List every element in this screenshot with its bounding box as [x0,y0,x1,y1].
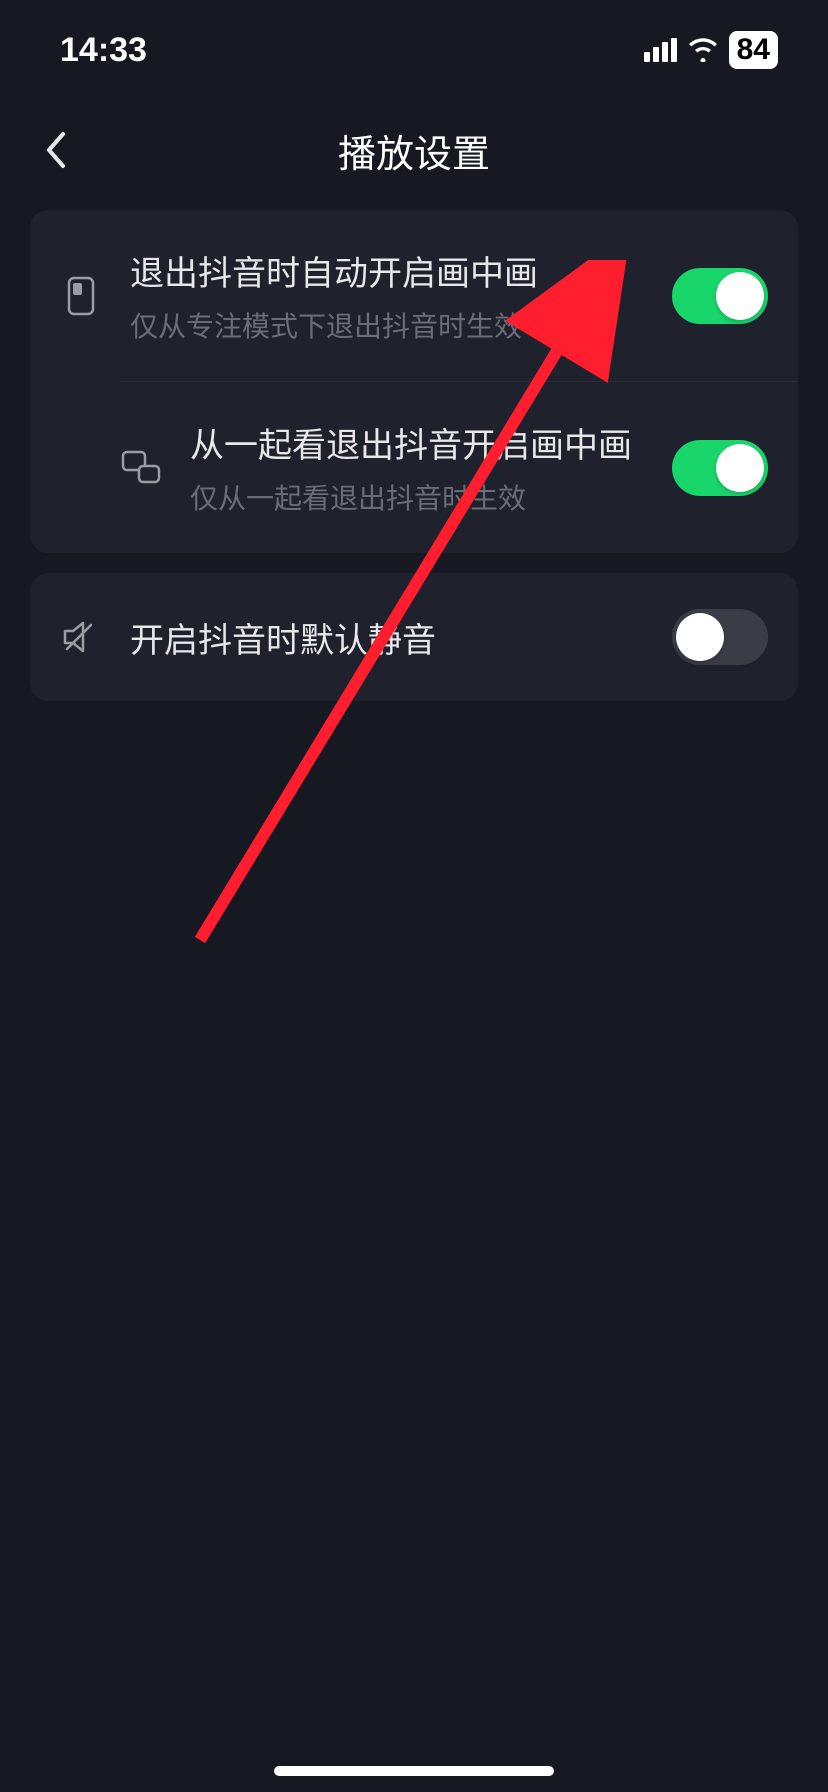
setting-subtitle: 仅从专注模式下退出抖音时生效 [130,305,644,345]
toggle-knob [716,444,764,492]
nav-bar: 播放设置 [0,100,828,200]
setting-title: 从一起看退出抖音开启画中画 [190,418,644,467]
toggle-knob [676,613,724,661]
toggle-pip-on-exit[interactable] [672,268,768,324]
setting-title: 开启抖音时默认静音 [130,613,644,662]
toggle-default-mute[interactable] [672,609,768,665]
setting-row-default-mute: 开启抖音时默认静音 [30,573,798,701]
status-bar: 14:33 84 [0,0,828,100]
status-right: 84 [644,31,778,69]
cellular-signal-icon [644,38,677,62]
setting-title: 退出抖音时自动开启画中画 [130,246,644,295]
battery-indicator: 84 [729,31,778,69]
back-button[interactable] [30,125,80,175]
wifi-icon [687,38,719,62]
home-indicator[interactable] [274,1766,554,1776]
mute-icon [60,619,102,655]
setting-subtitle: 仅从一起看退出抖音时生效 [190,477,644,517]
setting-row-pip-on-exit: 退出抖音时自动开启画中画 仅从专注模式下退出抖音时生效 [30,210,798,381]
settings-group-pip: 退出抖音时自动开启画中画 仅从专注模式下退出抖音时生效 从一起看退出抖音开启画中… [30,210,798,553]
status-time: 14:33 [60,31,147,70]
toggle-pip-watch-together[interactable] [672,440,768,496]
setting-row-pip-watch-together: 从一起看退出抖音开启画中画 仅从一起看退出抖音时生效 [120,381,798,553]
settings-content: 退出抖音时自动开启画中画 仅从专注模式下退出抖音时生效 从一起看退出抖音开启画中… [0,210,828,701]
setting-text: 从一起看退出抖音开启画中画 仅从一起看退出抖音时生效 [190,418,644,517]
page-title: 播放设置 [338,123,490,178]
multi-window-icon [120,450,162,486]
setting-text: 开启抖音时默认静音 [130,613,644,662]
settings-group-mute: 开启抖音时默认静音 [30,573,798,701]
toggle-knob [716,272,764,320]
setting-text: 退出抖音时自动开启画中画 仅从专注模式下退出抖音时生效 [130,246,644,345]
phone-pip-icon [60,276,102,316]
chevron-left-icon [43,130,67,170]
